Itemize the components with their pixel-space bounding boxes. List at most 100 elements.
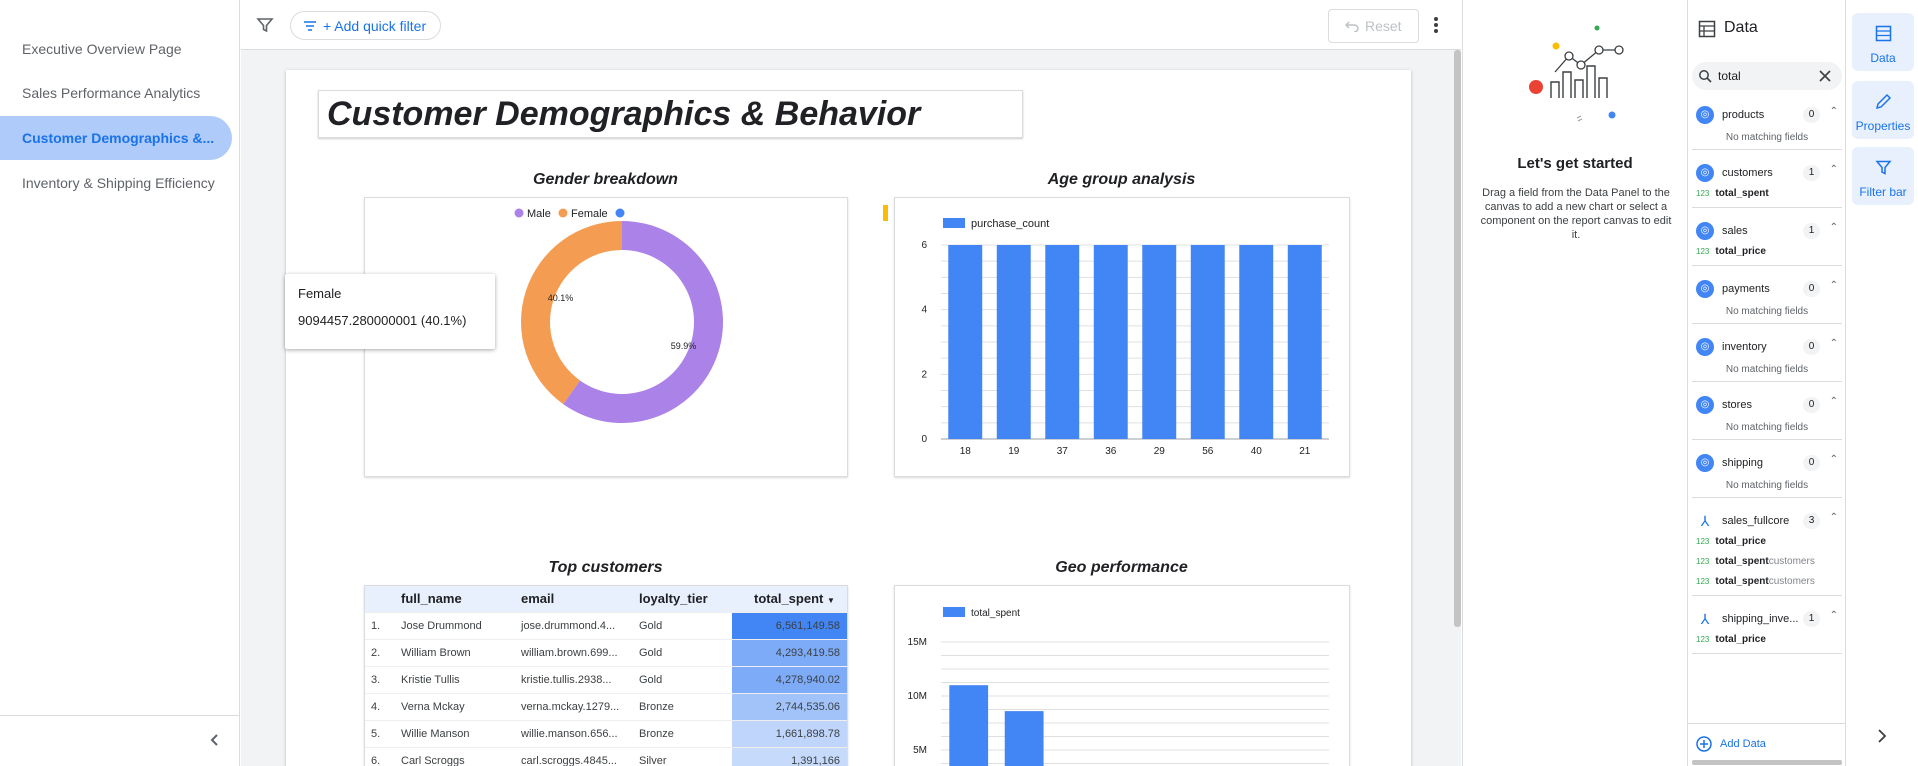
- cell-total-spent: 4,293,419.58: [732, 638, 847, 666]
- match-count-badge: 1: [1803, 611, 1820, 627]
- pie-label-male: 59.9%: [671, 341, 697, 351]
- bar[interactable]: [949, 685, 989, 766]
- add-quick-filter-button[interactable]: + Add quick filter: [290, 11, 442, 40]
- field-source: customers: [1768, 556, 1815, 567]
- chevron-left-icon[interactable]: [206, 731, 224, 749]
- row-index: 3.: [365, 665, 401, 693]
- chevron-right-icon[interactable]: [1876, 728, 1888, 744]
- datasource-icon: ◎: [1696, 396, 1714, 414]
- bar[interactable]: [948, 245, 983, 439]
- bar[interactable]: [996, 245, 1031, 439]
- legend-label-female: Female: [571, 208, 608, 220]
- age-bar-chart: 0 2 4 6 18 19 37 36 29 56 40 21 purchase_count: [921, 218, 1329, 457]
- row-index: 2.: [365, 638, 401, 666]
- header-full-name[interactable]: full_name: [401, 586, 521, 612]
- bar[interactable]: [1004, 711, 1044, 766]
- cell-total-spent: 4,278,940.02: [732, 665, 847, 693]
- source-divider: [1692, 595, 1842, 596]
- legend-label-male: Male: [527, 208, 551, 220]
- y-tick-label: 6: [921, 240, 927, 251]
- table-row[interactable]: 2. William Brown william.brown.699... Gold 4…: [365, 638, 847, 666]
- data-source-name: products: [1722, 109, 1765, 121]
- field-total_spent[interactable]: 123 total_spentcustomers: [1696, 551, 1815, 573]
- collapse-icon[interactable]: ⌃: [1830, 610, 1838, 621]
- source-divider: [1692, 149, 1842, 150]
- collapse-icon[interactable]: ⌃: [1830, 164, 1838, 175]
- bar[interactable]: [1287, 245, 1322, 439]
- field-total_price[interactable]: 123 total_price: [1696, 531, 1766, 553]
- collapse-icon[interactable]: ⌃: [1830, 106, 1838, 117]
- x-tick-label: 18: [960, 446, 972, 457]
- collapse-icon[interactable]: ⌃: [1830, 222, 1838, 233]
- nav-page-sales-performance[interactable]: Sales Performance Analytics: [0, 71, 232, 115]
- no-matching-fields: No matching fields: [1725, 306, 1809, 317]
- no-matching-fields: No matching fields: [1725, 364, 1809, 375]
- tab-data[interactable]: Data: [1852, 13, 1914, 71]
- number-type-icon: 123: [1696, 247, 1710, 256]
- search-icon: [1699, 70, 1712, 83]
- table-row[interactable]: 3. Kristie Tullis kristie.tullis.2938... Go…: [365, 665, 847, 693]
- cell-full-name: Verna Mckay: [401, 692, 521, 720]
- pie-slice-female[interactable]: [521, 221, 622, 405]
- match-count-badge: 0: [1803, 107, 1820, 123]
- gender-chart-title: Gender breakdown: [533, 171, 678, 188]
- field-name: total_price: [1715, 536, 1766, 547]
- header-loyalty-tier[interactable]: loyalty_tier: [639, 586, 732, 612]
- legend-swatch: [943, 607, 965, 617]
- tooltip-label: Female: [298, 286, 342, 301]
- search-input[interactable]: total: [1718, 69, 1741, 83]
- field-search[interactable]: total: [1692, 62, 1842, 90]
- add-data-button[interactable]: Add Data: [1696, 734, 1766, 754]
- nav-page-executive-overview[interactable]: Executive Overview Page: [0, 27, 232, 71]
- y-tick-label: 2: [921, 369, 927, 380]
- bar[interactable]: [1239, 245, 1274, 439]
- cell-full-name: Kristie Tullis: [401, 665, 521, 693]
- collapse-icon[interactable]: ⌃: [1830, 512, 1838, 523]
- x-tick-label: 56: [1202, 446, 1214, 457]
- table-row[interactable]: 4. Verna Mckay verna.mckay.1279... Bronze 2,…: [365, 692, 847, 720]
- clear-search-icon[interactable]: [1818, 69, 1832, 83]
- tab-filter-bar[interactable]: Filter bar: [1852, 147, 1914, 205]
- tab-data-label: Data: [1870, 51, 1896, 65]
- field-total_price[interactable]: 123 total_price: [1696, 241, 1766, 263]
- more-vert-icon[interactable]: [1432, 15, 1440, 35]
- table-row[interactable]: 6. Carl Scroggs carl.scroggs.4845... Silver…: [365, 746, 847, 766]
- age-chart[interactable]: 0 2 4 6 18 19 37 36 29 56 40 21 purchase_count: [894, 197, 1350, 477]
- canvas-scrollbar[interactable]: [1454, 50, 1461, 627]
- y-tick-label: 4: [921, 305, 927, 316]
- no-matching-fields: No matching fields: [1725, 480, 1809, 491]
- field-name: total_spent: [1715, 556, 1769, 567]
- filter-icon[interactable]: [256, 16, 274, 34]
- bar[interactable]: [1093, 245, 1128, 439]
- add-circle-icon: [1696, 736, 1712, 752]
- field-total_price[interactable]: 123 total_price: [1696, 629, 1766, 651]
- reset-button[interactable]: Reset: [1328, 9, 1419, 43]
- collapse-icon[interactable]: ⌃: [1830, 280, 1838, 291]
- top-customers-table[interactable]: full_name email loyalty_tier total_spent…: [364, 585, 848, 766]
- report-title[interactable]: Customer Demographics & Behavior: [318, 90, 1023, 138]
- tab-properties[interactable]: Properties: [1852, 81, 1914, 139]
- bar[interactable]: [1190, 245, 1225, 439]
- field-source: customers: [1768, 576, 1815, 587]
- collapse-icon[interactable]: ⌃: [1830, 396, 1838, 407]
- nav-page-inventory-shipping[interactable]: Inventory & Shipping Efficiency: [0, 161, 232, 205]
- panel-scrollbar[interactable]: [1692, 760, 1842, 765]
- table-row[interactable]: 1. Jose Drummond jose.drummond.4... Gold 6,5…: [365, 611, 847, 639]
- header-total-spent[interactable]: total_spent ▼: [732, 586, 847, 612]
- legend-label: total_spent: [971, 608, 1020, 619]
- table-row[interactable]: 5. Willie Manson willie.manson.656... Bronz…: [365, 719, 847, 747]
- field-total_spent[interactable]: 123 total_spentcustomers: [1696, 571, 1815, 593]
- cell-email: carl.scroggs.4845...: [521, 746, 639, 766]
- field-total_spent[interactable]: 123 total_spent: [1696, 183, 1769, 205]
- header-email[interactable]: email: [521, 586, 639, 612]
- bar[interactable]: [1045, 245, 1080, 439]
- geo-chart[interactable]: 5M 10M 15M total_spent: [894, 585, 1350, 766]
- cell-total-spent: 1,661,898.78: [732, 719, 847, 747]
- x-tick-label: 21: [1299, 446, 1311, 457]
- nav-page-customer-demographics[interactable]: Customer Demographics &...: [0, 116, 232, 160]
- match-count-badge: 3: [1803, 513, 1820, 529]
- match-count-badge: 0: [1803, 339, 1820, 355]
- bar[interactable]: [1142, 245, 1177, 439]
- collapse-icon[interactable]: ⌃: [1830, 454, 1838, 465]
- collapse-icon[interactable]: ⌃: [1830, 338, 1838, 349]
